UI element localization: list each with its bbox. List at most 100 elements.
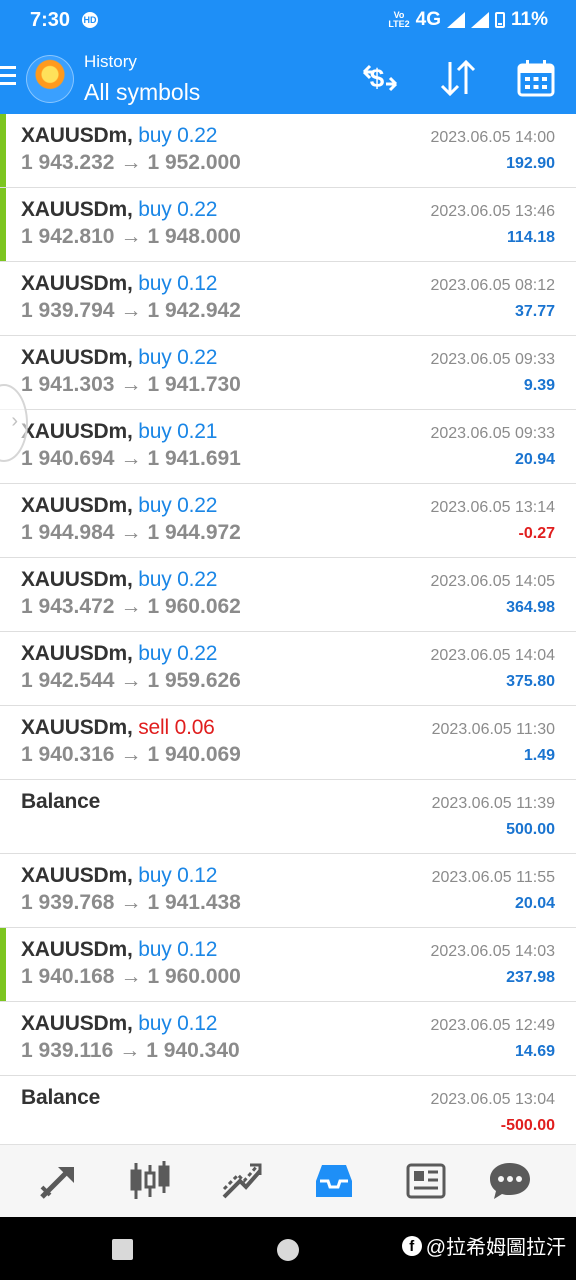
open-price: 1 942.544 <box>21 669 115 692</box>
trade-symbol: XAUUSDm, buy 0.22 <box>21 568 217 592</box>
chart-trend-icon[interactable] <box>220 1159 264 1203</box>
history-inbox-icon[interactable] <box>312 1159 356 1203</box>
trade-date: 2023.06.05 09:33 <box>430 425 555 442</box>
trade-volume: 0.12 <box>177 938 218 961</box>
trade-side: buy <box>138 272 172 295</box>
trade-row[interactable]: XAUUSDm, buy 0.22 1 943.232 → 1 952.000 2023… <box>0 114 576 188</box>
close-price: 1 948.000 <box>147 225 241 248</box>
trade-row[interactable]: XAUUSDm, buy 0.12 1 940.168 → 1 960.000 2023… <box>0 928 576 1002</box>
trade-symbol: XAUUSDm, sell 0.06 <box>21 716 215 740</box>
symbol-filter-icon[interactable]: $ <box>360 58 400 98</box>
trade-symbol: XAUUSDm, buy 0.21 <box>21 420 217 444</box>
trade-side: buy <box>138 420 172 443</box>
calendar-icon[interactable] <box>516 58 556 98</box>
close-price: 1 941.730 <box>147 373 241 396</box>
trade-symbol: XAUUSDm, buy 0.12 <box>21 272 217 296</box>
trade-profit: 20.04 <box>514 895 555 912</box>
open-price: 1 941.303 <box>21 373 115 396</box>
recent-apps-button[interactable] <box>112 1239 133 1260</box>
trade-volume: 0.22 <box>177 642 218 665</box>
battery-icon <box>495 12 506 28</box>
close-price: 1 960.000 <box>147 965 241 988</box>
trade-date: 2023.06.05 11:55 <box>431 869 555 886</box>
close-price: 1 960.062 <box>147 595 241 618</box>
trade-symbol: XAUUSDm, buy 0.22 <box>21 198 217 222</box>
open-price: 1 940.316 <box>21 743 115 766</box>
trade-row[interactable]: XAUUSDm, buy 0.22 1 941.303 → 1 941.730 2023… <box>0 336 576 410</box>
open-price: 1 942.810 <box>21 225 115 248</box>
arrow-right-icon: → <box>119 1039 141 1062</box>
trade-profit: -500.00 <box>500 1117 555 1134</box>
trade-row[interactable]: XAUUSDm, buy 0.22 1 942.810 → 1 948.000 2023… <box>0 188 576 262</box>
trade-symbol: Balance <box>21 790 100 814</box>
trade-profit: 237.98 <box>506 969 555 986</box>
trade-symbol: XAUUSDm, buy 0.22 <box>21 124 217 148</box>
trade-date: 2023.06.05 14:05 <box>430 573 555 590</box>
trade-volume: 0.12 <box>177 272 218 295</box>
trade-symbol: XAUUSDm, buy 0.22 <box>21 642 217 666</box>
open-position-marker <box>0 188 6 261</box>
header-subtitle: History <box>84 52 137 71</box>
trade-side: buy <box>138 346 172 369</box>
open-price: 1 943.472 <box>21 595 115 618</box>
trade-row[interactable]: XAUUSDm, buy 0.22 1 944.984 → 1 944.972 2023… <box>0 484 576 558</box>
trade-date: 2023.06.05 09:33 <box>430 351 555 368</box>
open-price: 1 940.168 <box>21 965 115 988</box>
trade-prices: 1 942.810 → 1 948.000 <box>21 225 241 249</box>
open-price: 1 944.984 <box>21 521 115 544</box>
trade-row[interactable]: XAUUSDm, sell 0.06 1 940.316 → 1 940.069 202… <box>0 706 576 780</box>
symbol-name: XAUUSDm, <box>21 198 133 221</box>
trade-prices: 1 941.303 → 1 941.730 <box>21 373 241 397</box>
trade-profit: -0.27 <box>518 525 555 542</box>
trade-row[interactable]: XAUUSDm, buy 0.12 1 939.794 → 1 942.942 2023… <box>0 262 576 336</box>
open-price: 1 939.794 <box>21 299 115 322</box>
close-price: 1 941.691 <box>147 447 241 470</box>
trade-profit: 9.39 <box>523 377 555 394</box>
trade-profit: 37.77 <box>514 303 555 320</box>
trade-row[interactable]: XAUUSDm, buy 0.22 1 942.544 → 1 959.626 2023… <box>0 632 576 706</box>
open-price: 1 940.694 <box>21 447 115 470</box>
network-label: 4G <box>415 9 442 30</box>
trade-side: buy <box>138 1012 172 1035</box>
trade-date: 2023.06.05 13:46 <box>430 203 555 220</box>
candlestick-chart-icon[interactable] <box>128 1159 172 1203</box>
trade-prices: 1 939.116 → 1 940.340 <box>21 1039 240 1063</box>
trade-volume: 0.21 <box>177 420 218 443</box>
signal-icon <box>447 12 466 28</box>
menu-icon[interactable] <box>0 66 16 88</box>
trade-row[interactable]: XAUUSDm, buy 0.22 1 943.472 → 1 960.062 2023… <box>0 558 576 632</box>
header-title[interactable]: All symbols <box>84 79 200 106</box>
hd-badge-icon: HD <box>82 12 98 28</box>
trade-icon[interactable] <box>36 1159 80 1203</box>
trade-date: 2023.06.05 14:04 <box>430 647 555 664</box>
trade-row[interactable]: Balance 2023.06.05 11:39 500.00 <box>0 780 576 854</box>
trade-date: 2023.06.05 14:03 <box>430 943 555 960</box>
sort-icon[interactable] <box>438 58 478 98</box>
open-position-marker <box>0 114 6 187</box>
svg-text:$: $ <box>370 63 385 93</box>
top-app-bar: 7:30 HD Vo LTE2 4G 11% History All symbol… <box>0 0 576 114</box>
symbol-name: XAUUSDm, <box>21 494 133 517</box>
watermark-text: @拉希姆圖拉汗 <box>425 1237 566 1259</box>
arrow-right-icon: → <box>120 669 142 692</box>
trade-volume: 0.22 <box>177 494 218 517</box>
volte-icon: Vo LTE2 <box>388 10 410 29</box>
chat-icon[interactable] <box>488 1159 532 1203</box>
trade-side: buy <box>138 494 172 517</box>
trade-row[interactable]: XAUUSDm, buy 0.12 1 939.768 → 1 941.438 2023… <box>0 854 576 928</box>
trade-row[interactable]: Balance 2023.06.05 13:04 -500.00 <box>0 1076 576 1150</box>
trade-date: 2023.06.05 11:30 <box>431 721 555 738</box>
home-button[interactable] <box>277 1239 299 1261</box>
trade-row[interactable]: XAUUSDm, buy 0.12 1 939.116 → 1 940.340 2023… <box>0 1002 576 1076</box>
trade-side: buy <box>138 568 172 591</box>
symbol-name: Balance <box>21 790 101 813</box>
trade-profit: 192.90 <box>506 155 555 172</box>
trade-history-list[interactable]: XAUUSDm, buy 0.22 1 943.232 → 1 952.000 2023… <box>0 114 576 1150</box>
close-price: 1 940.340 <box>146 1039 240 1062</box>
news-icon[interactable] <box>404 1159 448 1203</box>
signal-2-icon <box>471 12 490 28</box>
status-bar: 7:30 HD Vo LTE2 4G 11% <box>0 0 576 42</box>
trade-row[interactable]: XAUUSDm, buy 0.21 1 940.694 → 1 941.691 2023… <box>0 410 576 484</box>
arrow-right-icon: → <box>120 151 142 174</box>
trade-date: 2023.06.05 14:00 <box>430 129 555 146</box>
